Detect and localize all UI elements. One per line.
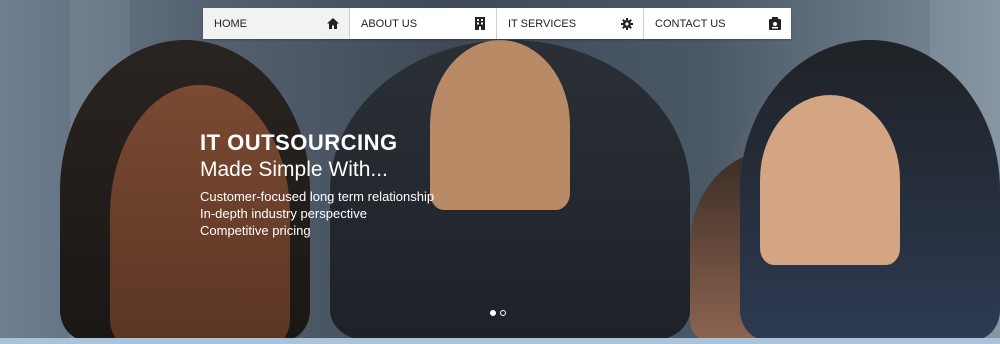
slide-bullet: Customer-focused long term relationship (200, 189, 435, 204)
building-icon (474, 17, 486, 30)
nav-item-label: HOME (214, 17, 247, 30)
contact-card-icon (769, 17, 781, 30)
bottom-accent-bar (0, 338, 1000, 344)
nav-item-label: ABOUT US (361, 17, 418, 30)
slide-title: IT OUTSOURCING (200, 130, 398, 155)
home-icon (327, 18, 339, 30)
slide-bullet: Competitive pricing (200, 223, 311, 238)
photo-person-face (430, 40, 570, 210)
slide-bullet: In-depth industry perspective (200, 206, 367, 221)
carousel-dots (490, 310, 506, 316)
hero-banner: IT OUTSOURCING Made Simple With... Custo… (0, 0, 1000, 338)
nav-item-home[interactable]: HOME (203, 8, 350, 39)
nav-item-it-services[interactable]: IT SERVICES (497, 8, 644, 39)
slide-subtitle: Made Simple With... (200, 158, 388, 181)
slide-caption: IT OUTSOURCING Made Simple With... Custo… (200, 128, 434, 239)
nav-item-contact-us[interactable]: CONTACT US (644, 8, 791, 39)
carousel-dot-1[interactable] (490, 310, 496, 316)
photo-person-face (760, 95, 900, 265)
nav-item-about-us[interactable]: ABOUT US (350, 8, 497, 39)
carousel-dot-2[interactable] (500, 310, 506, 316)
main-nav: HOME ABOUT US IT SERVICES CONTACT US (203, 8, 791, 39)
slide-bullet-list: Customer-focused long term relationship … (200, 188, 434, 239)
gear-icon (621, 17, 633, 30)
nav-item-label: CONTACT US (655, 17, 726, 30)
nav-item-label: IT SERVICES (508, 17, 577, 30)
